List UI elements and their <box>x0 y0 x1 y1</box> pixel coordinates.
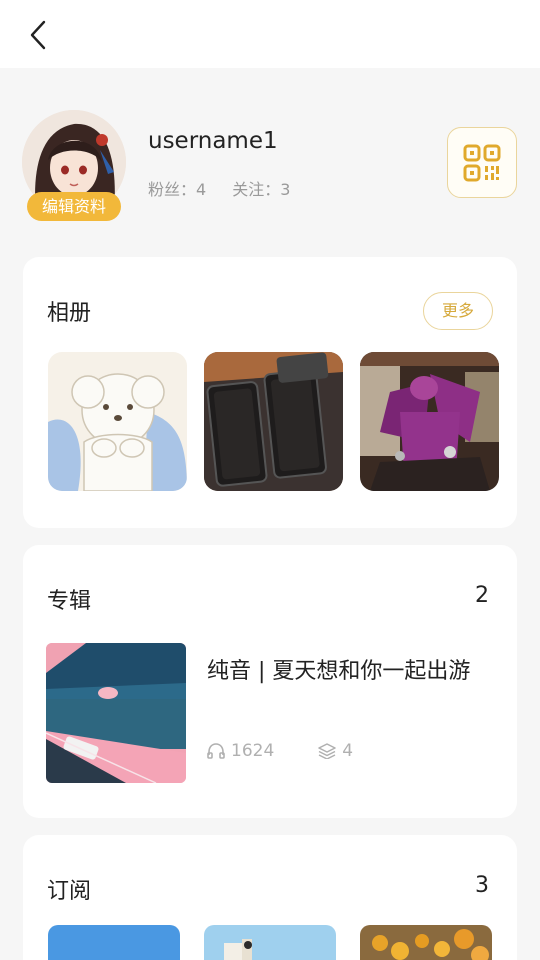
subscriptions-count: 3 <box>475 873 489 898</box>
chevron-left-icon <box>30 20 46 50</box>
subscriptions-card: 订阅 3 <box>23 835 517 960</box>
qr-code-icon <box>463 144 501 181</box>
track-count-value: 4 <box>342 741 354 761</box>
fans-count[interactable]: 粉丝：4 <box>148 176 206 200</box>
following-count[interactable]: 关注：3 <box>232 176 290 200</box>
collections-card: 专辑 2 纯音 | 夏天想和你一起出游 1624 4 <box>23 545 517 818</box>
collection-title[interactable]: 纯音 | 夏天想和你一起出游 <box>207 653 470 685</box>
subscription-cover[interactable] <box>48 925 180 960</box>
top-bar <box>0 0 540 68</box>
subscriptions-section-title: 订阅 <box>47 879 92 904</box>
username: username1 <box>148 128 278 154</box>
track-count: 4 <box>318 741 353 761</box>
headphones-icon <box>207 743 225 759</box>
subscription-cover[interactable] <box>360 925 492 960</box>
album-card: 相册 更多 <box>23 257 517 528</box>
collections-section-title: 专辑 <box>47 589 92 614</box>
album-photo[interactable] <box>48 352 187 491</box>
play-count: 1624 <box>207 741 274 761</box>
album-section-title: 相册 <box>47 301 92 326</box>
edit-profile-button[interactable]: 编辑资料 <box>27 192 121 221</box>
profile-stats: 粉丝：4 关注：3 <box>148 176 290 200</box>
collection-meta: 1624 4 <box>207 741 397 761</box>
more-button[interactable]: 更多 <box>423 292 493 330</box>
collections-count: 2 <box>475 583 489 608</box>
play-count-value: 1624 <box>231 741 275 761</box>
qr-code-button[interactable] <box>447 127 517 198</box>
album-photo[interactable] <box>204 352 343 491</box>
collection-cover[interactable] <box>46 643 186 783</box>
avatar-container: 编辑资料 <box>22 110 126 221</box>
album-photo[interactable] <box>360 352 499 491</box>
layers-icon <box>318 743 337 759</box>
back-button[interactable] <box>24 18 52 52</box>
subscription-cover[interactable] <box>204 925 336 960</box>
